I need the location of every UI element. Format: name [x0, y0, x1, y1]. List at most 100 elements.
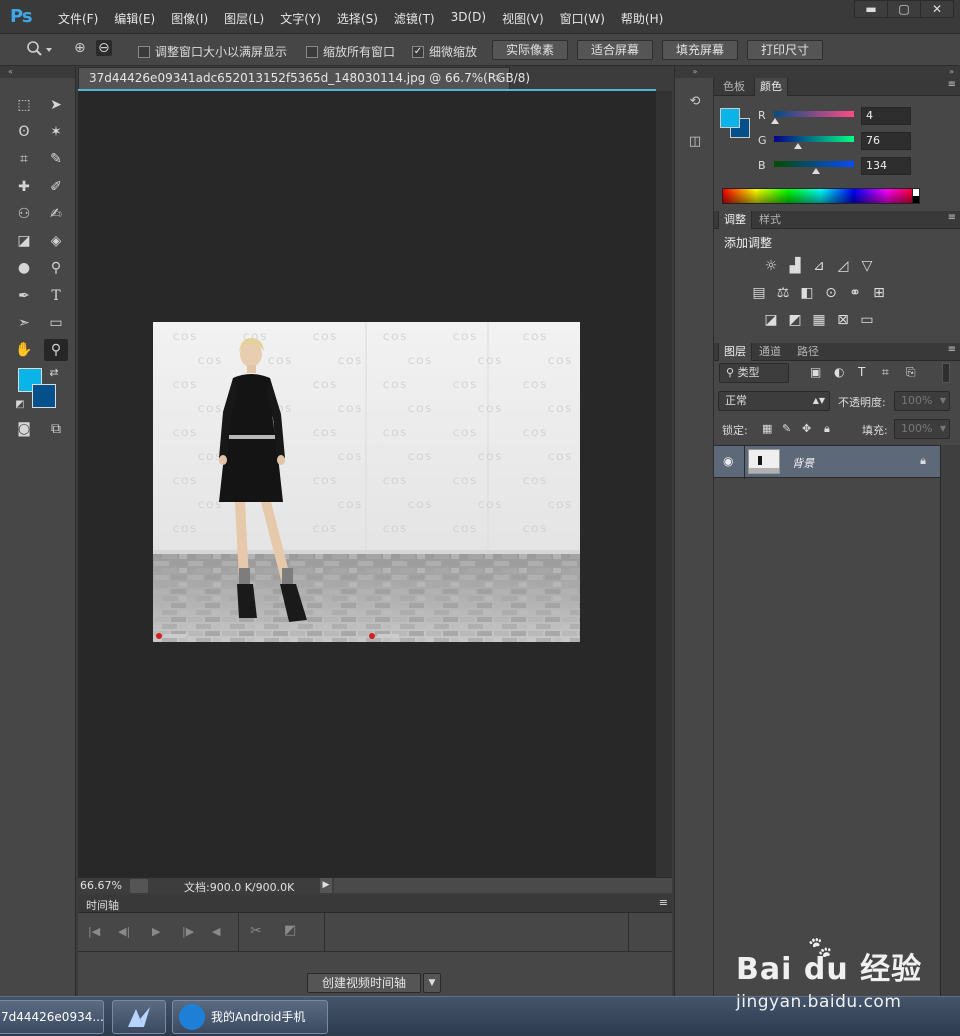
red-thumb[interactable] — [771, 118, 780, 124]
color-spectrum[interactable] — [722, 188, 920, 204]
tab-layers[interactable]: 图层 — [718, 343, 752, 361]
menu-view[interactable]: 视图(V) — [494, 10, 552, 27]
brush-tool-icon[interactable]: ✐ — [44, 176, 68, 198]
menu-select[interactable]: 选择(S) — [329, 10, 386, 27]
menu-3d[interactable]: 3D(D) — [443, 10, 494, 27]
menu-type[interactable]: 文字(Y) — [272, 10, 329, 27]
vibrance-icon[interactable]: ▽ — [858, 257, 876, 275]
play-icon[interactable]: ▶ — [152, 925, 160, 938]
prev-frame-icon[interactable]: ◀| — [118, 925, 130, 938]
transition-icon[interactable]: ◩ — [284, 923, 296, 938]
status-menu-arrow-icon[interactable]: ▶ — [320, 878, 332, 893]
taskbar-photoshop-item[interactable]: 7d44426e0934... — [0, 1000, 104, 1034]
red-track[interactable] — [774, 111, 854, 117]
healing-brush-icon[interactable]: ✚ — [12, 176, 36, 198]
quick-mask-icon[interactable]: ◙ — [12, 418, 36, 440]
taskbar-app-item[interactable] — [112, 1000, 166, 1034]
layer-filter-select[interactable]: ⚲ 类型 — [719, 363, 789, 383]
tab-paths[interactable]: 路径 — [792, 343, 824, 361]
menu-file[interactable]: 文件(F) — [50, 10, 106, 27]
lock-all-icon[interactable]: 🔒︎ — [824, 422, 830, 436]
canvas-vertical-scrollbar[interactable] — [656, 91, 672, 877]
hue-saturation-icon[interactable]: ▤ — [750, 284, 768, 302]
horizontal-scrollbar[interactable] — [334, 878, 672, 893]
filter-shape-icon[interactable]: ⌗ — [882, 365, 889, 380]
zoom-tool-icon[interactable]: ⚲ — [44, 339, 68, 361]
panels-collapse[interactable]: » — [714, 66, 960, 78]
menu-window[interactable]: 窗口(W) — [552, 10, 613, 27]
blue-track[interactable] — [774, 161, 854, 167]
layer-name[interactable]: 背景 — [792, 455, 814, 471]
minimize-button[interactable]: ▬ — [854, 0, 888, 18]
color-panel-menu-icon[interactable]: ≡ — [948, 79, 956, 90]
menu-image[interactable]: 图像(I) — [163, 10, 216, 27]
zoom-out-icon[interactable]: ⊖ — [96, 40, 112, 56]
fill-screen-button[interactable]: 填充屏幕 — [662, 40, 738, 60]
dodge-tool-icon[interactable]: ⚲ — [44, 257, 68, 279]
close-tab-icon[interactable]: × — [494, 68, 503, 88]
tab-swatches[interactable]: 色板 — [718, 78, 750, 96]
lock-image-icon[interactable]: ✎ — [782, 422, 791, 435]
close-button[interactable]: ✕ — [920, 0, 954, 18]
black-white-icon[interactable]: ◧ — [798, 284, 816, 302]
dock-collapse[interactable]: » — [675, 66, 715, 78]
brightness-icon[interactable]: ☼ — [762, 257, 780, 275]
red-slider[interactable]: R 4 — [758, 107, 958, 127]
next-frame-icon[interactable]: |▶ — [182, 925, 194, 938]
tab-channels[interactable]: 通道 — [754, 343, 786, 361]
layers-scrollbar[interactable] — [940, 445, 960, 996]
hand-tool-icon[interactable]: ✋ — [12, 339, 36, 361]
eraser-tool-icon[interactable]: ◪ — [12, 230, 36, 252]
adjustments-menu-icon[interactable]: ≡ — [948, 212, 956, 223]
first-frame-icon[interactable]: |◀ — [88, 925, 100, 938]
lock-position-icon[interactable]: ✥ — [802, 422, 811, 435]
gradient-map-icon[interactable]: ▭ — [858, 311, 876, 329]
tab-styles[interactable]: 样式 — [754, 211, 786, 229]
type-tool-icon[interactable]: T — [44, 285, 68, 307]
actual-pixels-button[interactable]: 实际像素 — [492, 40, 568, 60]
lasso-tool-icon[interactable]: ʘ — [12, 121, 36, 143]
crop-tool-icon[interactable]: ⌗ — [12, 148, 36, 170]
blue-value-field[interactable]: 134 — [861, 157, 911, 175]
path-selection-icon[interactable]: ➣ — [12, 312, 36, 334]
green-thumb[interactable] — [793, 143, 802, 149]
move-tool-icon[interactable]: ➤ — [44, 94, 68, 116]
posterize-icon[interactable]: ◩ — [786, 311, 804, 329]
invert-icon[interactable]: ◪ — [762, 311, 780, 329]
selective-color-icon[interactable]: ⊠ — [834, 311, 852, 329]
blue-slider[interactable]: B 134 — [758, 157, 958, 177]
print-size-button[interactable]: 打印尺寸 — [747, 40, 823, 60]
green-track[interactable] — [774, 136, 854, 142]
zoom-in-icon[interactable]: ⊕ — [74, 40, 86, 56]
threshold-icon[interactable]: ▦ — [810, 311, 828, 329]
color-balance-icon[interactable]: ⚖ — [774, 284, 792, 302]
red-value-field[interactable]: 4 — [861, 107, 911, 125]
resize-windows-check[interactable]: 调整窗口大小以满屏显示 — [138, 43, 287, 60]
marquee-tool-icon[interactable]: ⬚ — [12, 94, 36, 116]
tab-color[interactable]: 颜色 — [754, 78, 788, 96]
maximize-button[interactable]: ▢ — [887, 0, 921, 18]
green-value-field[interactable]: 76 — [861, 132, 911, 150]
menu-help[interactable]: 帮助(H) — [613, 10, 671, 27]
scrubby-zoom-check[interactable]: ✓ 细微缩放 — [412, 43, 477, 60]
paint-bucket-icon[interactable]: ◈ — [44, 230, 68, 252]
zoom-tool-preset-icon[interactable] — [26, 40, 52, 62]
default-colors-icon[interactable]: ◩ — [8, 394, 32, 416]
menu-filter[interactable]: 滤镜(T) — [386, 10, 443, 27]
blend-mode-select[interactable]: 正常 ▲▼ — [718, 391, 830, 411]
document-image[interactable]: COS COS COS COS COS COS COS COS COS COS COS COS CO… — [153, 322, 580, 642]
document-tab[interactable]: 37d44426e09341adc652013152f5365d_1480301… — [78, 67, 530, 89]
timeline-menu-icon[interactable]: ≡ — [659, 896, 668, 909]
tab-adjustments[interactable]: 调整 — [718, 211, 752, 229]
color-lookup-icon[interactable]: ⊞ — [870, 284, 888, 302]
clone-stamp-icon[interactable]: ⚇ — [12, 203, 36, 225]
taskbar-android-item[interactable]: 我的Android手机 — [172, 1000, 328, 1034]
toolbox-collapse[interactable]: « — [0, 66, 75, 78]
filter-toggle[interactable] — [942, 363, 950, 383]
blue-thumb[interactable] — [812, 168, 820, 174]
eyedropper-icon[interactable]: ✎ — [44, 148, 68, 170]
filter-adjustment-icon[interactable]: ◐ — [834, 365, 844, 379]
menu-edit[interactable]: 编辑(E) — [106, 10, 163, 27]
levels-icon[interactable]: ▟ — [786, 257, 804, 275]
black-white-ramp[interactable] — [912, 188, 920, 204]
